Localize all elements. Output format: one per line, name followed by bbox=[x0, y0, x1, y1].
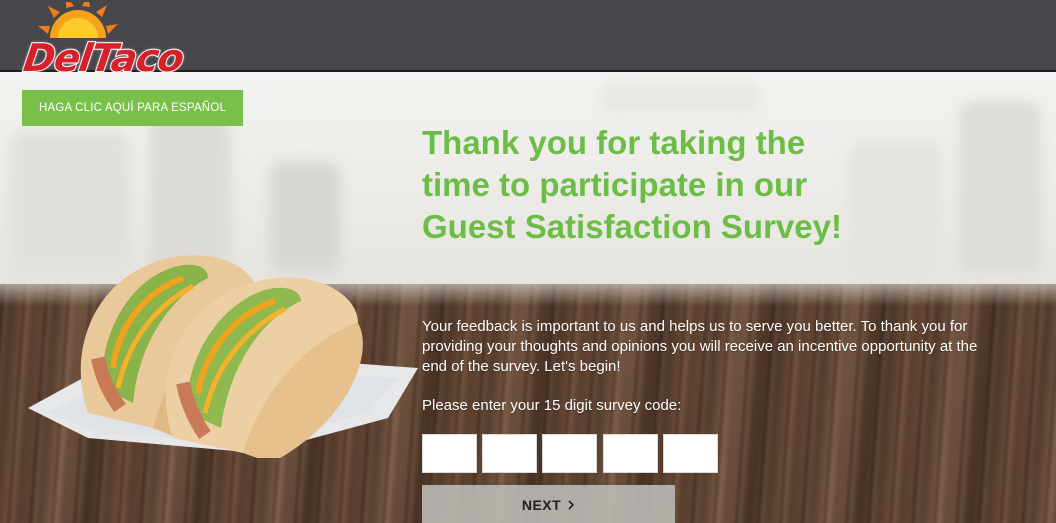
chevron-right-icon bbox=[568, 500, 575, 510]
survey-code-field-1[interactable] bbox=[422, 434, 477, 473]
spanish-language-button[interactable]: HAGA CLIC AQUÍ PARA ESPAÑOL bbox=[22, 90, 243, 126]
survey-code-field-4[interactable] bbox=[603, 434, 658, 473]
tacos-image bbox=[28, 255, 418, 458]
survey-code-field-5[interactable] bbox=[663, 434, 718, 473]
headline-line: time to participate in our bbox=[422, 166, 808, 203]
headline-line: Thank you for taking the bbox=[422, 124, 806, 161]
page-headline: Thank you for taking the time to partici… bbox=[422, 122, 922, 248]
survey-code-field-3[interactable] bbox=[542, 434, 597, 473]
survey-intro-text: Your feedback is important to us and hel… bbox=[422, 318, 978, 375]
headline-line: Guest Satisfaction Survey! bbox=[422, 208, 842, 245]
next-button-label: NEXT bbox=[521, 497, 562, 513]
logo-wordmark: DelTaco bbox=[20, 35, 187, 81]
next-button[interactable]: NEXT bbox=[422, 485, 675, 523]
survey-code-field-2[interactable] bbox=[482, 434, 537, 473]
survey-code-prompt: Please enter your 15 digit survey code: bbox=[422, 397, 682, 414]
del-taco-logo[interactable]: DelTaco bbox=[20, 2, 187, 82]
